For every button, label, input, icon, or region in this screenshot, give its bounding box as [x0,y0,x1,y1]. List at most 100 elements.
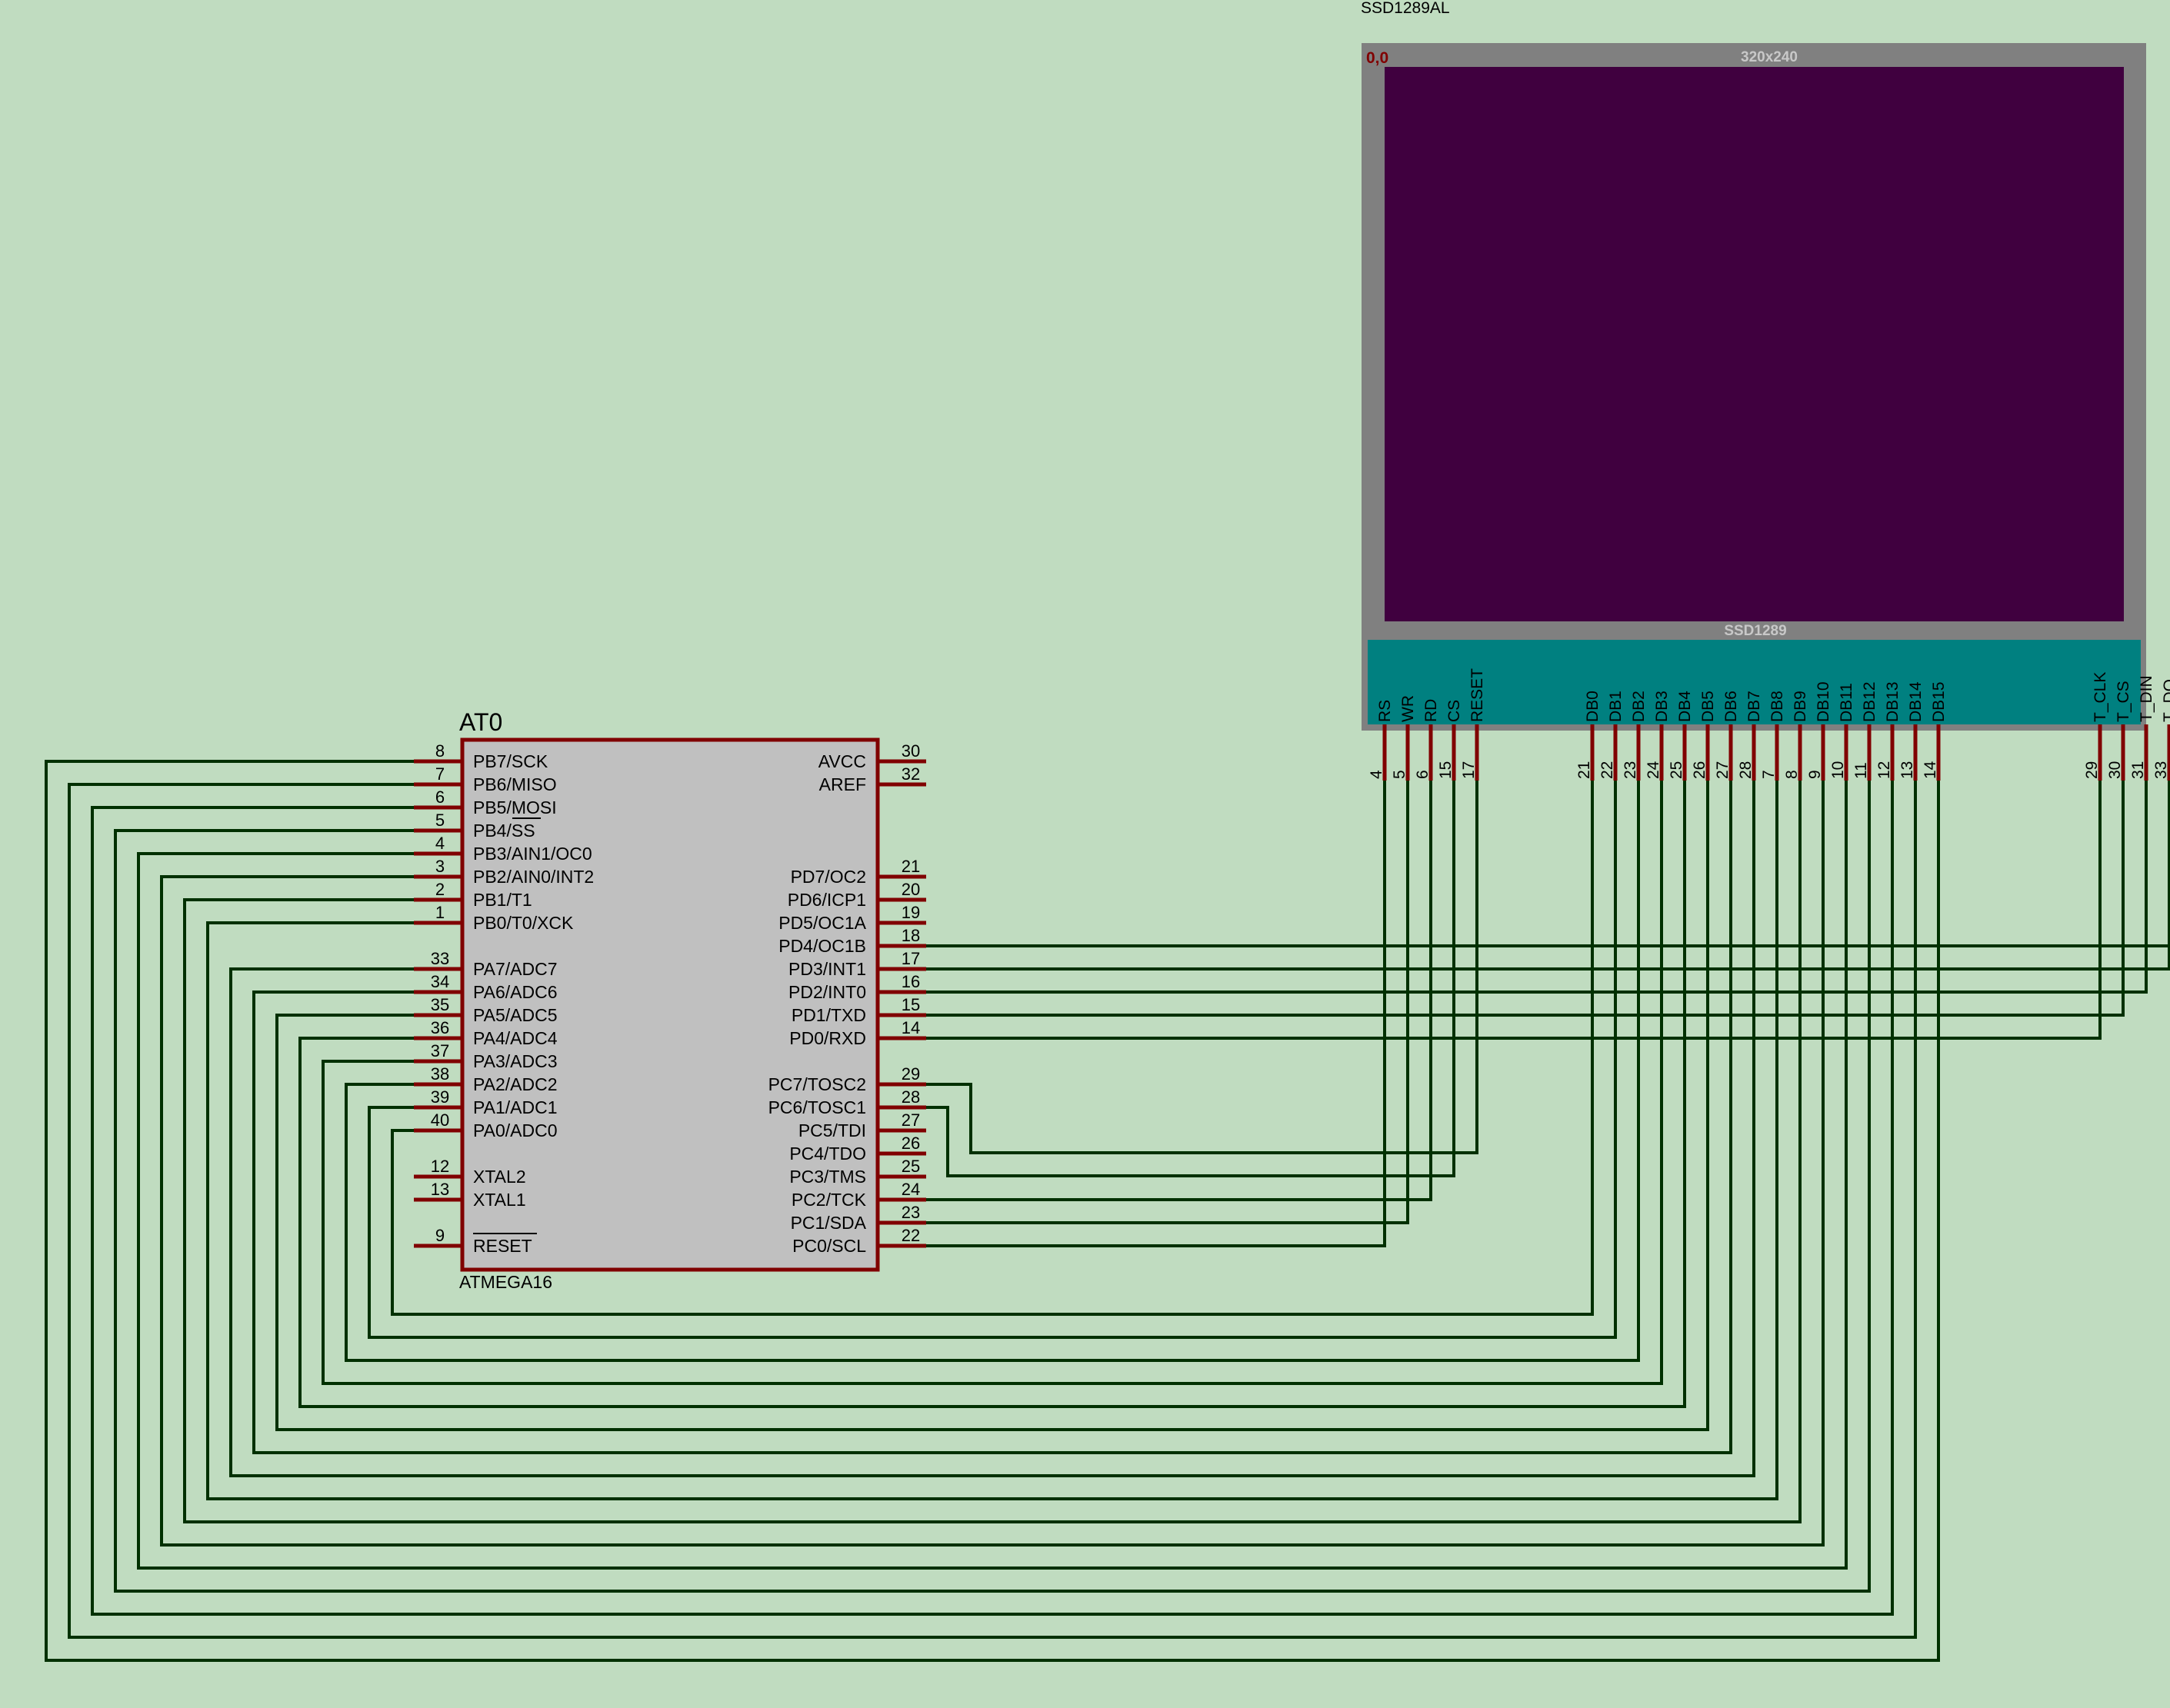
mcu-pin-number-pc2-tck: 24 [902,1180,920,1199]
lcd-module[interactable]: SSD1289AL 0,0 320x240 SSD1289 [1361,0,2146,731]
lcd-screen [1385,67,2124,621]
mcu-pin-number-pb0-t0-xck: 1 [435,903,445,922]
lcd-pin-number-db7: 28 [1737,761,1755,779]
mcu-pin-name-pc4-tdo: PC4/TDO [789,1144,866,1164]
mcu-pin-name-pb0-t0-xck: PB0/T0/XCK [473,913,574,933]
mcu-pin-number-pd4-oc1b: 18 [902,926,920,945]
lcd-pin-name-db14: DB14 [1907,681,1925,722]
mcu-pin-number-pa5-adc5: 35 [431,995,449,1014]
mcu-pin-number-pd0-rxd: 14 [902,1018,920,1037]
mcu-pin-name-pc5-tdi: PC5/TDI [798,1120,866,1140]
mcu-pin-number-pc6-tosc1: 28 [902,1087,920,1107]
lcd-pin-name-db0: DB0 [1584,691,1602,722]
lcd-pin-name-db3: DB3 [1653,691,1671,722]
mcu-pin-number-pc4-tdo: 26 [902,1134,920,1153]
mcu-pin-name-pc0-scl: PC0/SCL [792,1236,866,1256]
mcu-reference-label: AT0 [459,708,502,736]
lcd-pin-number-rd: 6 [1414,770,1432,779]
lcd-pin-name-rd: RD [1422,699,1440,722]
lcd-pin-number-wr: 5 [1391,770,1408,779]
lcd-pin-name-reset: RESET [1468,668,1486,722]
mcu-pin-name-pa4-adc4: PA4/ADC4 [473,1028,558,1048]
mcu-pin-name-pa6-adc6: PA6/ADC6 [473,982,558,1002]
mcu-pin-number-avcc: 30 [902,741,920,761]
lcd-pin-name-t-cs: T_CS [2115,681,2132,722]
lcd-pin-number-t-clk: 29 [2083,761,2101,779]
mcu-pin-name-pb4-ss: PB4/SS [473,821,535,841]
lcd-pin-number-db5: 26 [1691,761,1708,779]
mcu-pin-number-aref: 32 [902,764,920,784]
lcd-pin-name-db15: DB15 [1930,681,1948,722]
mcu-pin-number-pd2-int0: 16 [902,972,920,991]
mcu-pin-number-pb7-sck: 8 [435,741,445,761]
lcd-pin-number-db9: 8 [1783,770,1801,779]
lcd-pin-number-db11: 10 [1829,761,1847,779]
lcd-pin-number-db4: 25 [1668,761,1685,779]
mcu-pin-name-pd3-int1: PD3/INT1 [788,959,866,979]
mcu-pin-name-pc6-tosc1: PC6/TOSC1 [768,1097,866,1117]
lcd-pin-number-db13: 12 [1875,761,1893,779]
lcd-pin-name-db8: DB8 [1768,691,1786,722]
mcu-pin-name-pb3-ain1-oc0: PB3/AIN1/OC0 [473,844,592,864]
lcd-pin-number-t-din: 31 [2129,761,2147,779]
mcu-pin-name-aref: AREF [819,774,866,794]
mcu-pin-name-pd0-rxd: PD0/RXD [789,1028,866,1048]
mcu-pin-number-pb5-mosi: 6 [435,787,445,807]
lcd-pin-number-reset: 17 [1460,761,1478,779]
lcd-pin-name-db2: DB2 [1630,691,1648,722]
lcd-pin-name-rs: RS [1376,700,1394,722]
mcu-pin-number-pa0-adc0: 40 [431,1110,449,1130]
mcu-pin-name-pa0-adc0: PA0/ADC0 [473,1120,558,1140]
lcd-pin-name-db4: DB4 [1676,691,1694,722]
mcu-pin-name-pa1-adc1: PA1/ADC1 [473,1097,558,1117]
mcu-pin-name-pb1-t1: PB1/T1 [473,890,532,910]
mcu-pin-number-pa2-adc2: 38 [431,1064,449,1084]
lcd-pin-name-db9: DB9 [1792,691,1809,722]
lcd-pin-name-db12: DB12 [1861,681,1878,722]
lcd-pin-name-db6: DB6 [1722,691,1740,722]
lcd-pin-number-db8: 7 [1760,770,1778,779]
mcu-pin-name-xtal2: XTAL2 [473,1167,526,1187]
mcu-pin-number-pa4-adc4: 36 [431,1018,449,1037]
mcu-pin-name-pa3-adc3: PA3/ADC3 [473,1051,558,1071]
mcu-pin-number-pb6-miso: 7 [435,764,445,784]
lcd-pin-name-db13: DB13 [1884,681,1902,722]
mcu-pin-name-pd2-int0: PD2/INT0 [788,982,866,1002]
mcu-pin-name-pa2-adc2: PA2/ADC2 [473,1074,558,1094]
lcd-pin-number-db1: 22 [1598,761,1616,779]
mcu-pin-name-reset: RESET [473,1236,532,1256]
mcu-pin-name-pd1-txd: PD1/TXD [792,1005,866,1025]
mcu-pin-number-pc0-scl: 22 [902,1226,920,1245]
mcu-pin-number-pa1-adc1: 39 [431,1087,449,1107]
lcd-pin-number-db15: 14 [1922,761,1939,779]
lcd-pin-number-db3: 24 [1645,761,1662,779]
lcd-pin-name-cs: CS [1445,700,1463,722]
mcu-pin-number-reset: 9 [435,1226,445,1245]
lcd-pin-name-t-din: T_DIN [2138,675,2155,722]
lcd-pin-name-db11: DB11 [1838,683,1855,722]
mcu-pin-name-pd4-oc1b: PD4/OC1B [778,936,866,956]
mcu-pin-number-pb3-ain1-oc0: 4 [435,834,445,853]
mcu-pin-number-pb4-ss: 5 [435,811,445,830]
lcd-pin-number-t-do: 33 [2152,761,2170,779]
mcu-pin-name-pc7-tosc2: PC7/TOSC2 [768,1074,866,1094]
lcd-pin-number-db2: 23 [1622,761,1639,779]
lcd-pin-number-rs: 4 [1368,770,1385,779]
lcd-reference-label: SSD1289AL [1361,0,1450,17]
lcd-controller-label: SSD1289 [1724,623,1786,639]
lcd-origin-label: 0,0 [1366,49,1388,67]
mcu-pin-name-pa7-adc7: PA7/ADC7 [473,959,558,979]
mcu-pin-name-pb2-ain0-int2: PB2/AIN0/INT2 [473,867,594,887]
mcu-pin-name-pb5-mosi: PB5/MOSI [473,797,557,817]
lcd-pin-number-t-cs: 30 [2106,761,2124,779]
mcu-pin-number-pa6-adc6: 34 [431,972,449,991]
lcd-pin-name-db10: DB10 [1815,681,1832,722]
lcd-pin-name-wr: WR [1399,695,1417,722]
mcu-pin-number-pd6-icp1: 20 [902,880,920,899]
mcu-part-label: ATMEGA16 [459,1272,552,1292]
mcu-pin-name-pd5-oc1a: PD5/OC1A [778,913,866,933]
mcu-pin-number-pc7-tosc2: 29 [902,1064,920,1084]
mcu-pin-number-pa3-adc3: 37 [431,1041,449,1060]
mcu-pin-name-pc1-sda: PC1/SDA [791,1213,867,1233]
lcd-pin-number-db6: 27 [1714,761,1732,779]
